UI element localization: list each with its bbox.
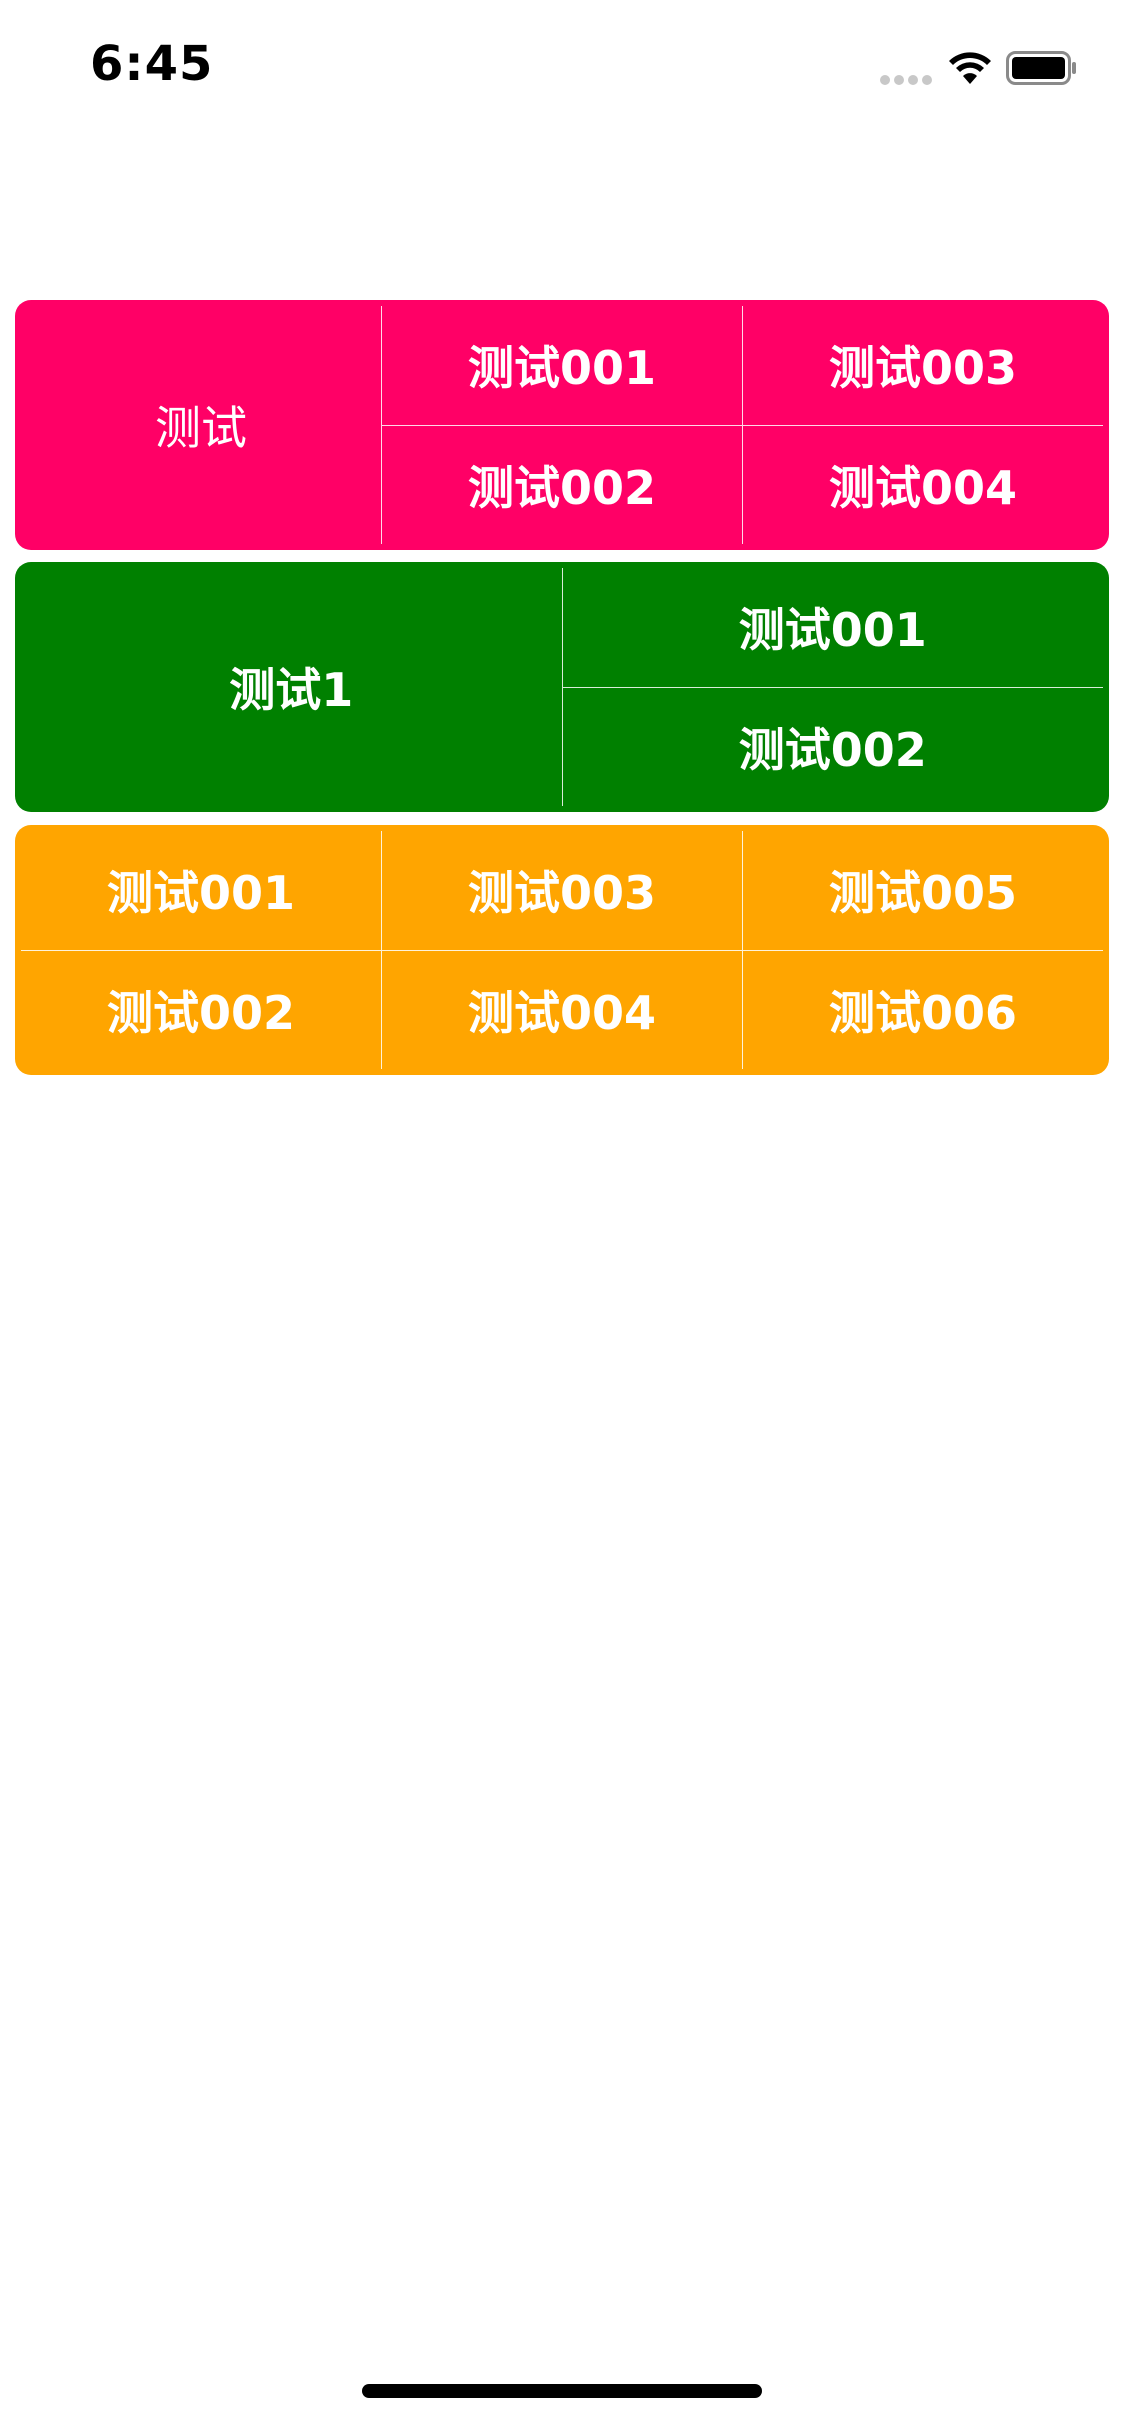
card-green: 测试1 测试001 测试002 bbox=[15, 562, 1109, 812]
card-pink: 测试 测试001 测试003 测试002 测试004 bbox=[15, 300, 1109, 550]
status-time: 6:45 bbox=[90, 36, 214, 92]
card-green-grid: 测试1 测试001 测试002 bbox=[21, 568, 1103, 806]
card-pink-grid: 测试 测试001 测试003 测试002 测试004 bbox=[21, 306, 1103, 544]
home-indicator[interactable] bbox=[362, 2384, 762, 2398]
status-bar: 6:45 bbox=[0, 0, 1125, 132]
card-green-main-cell[interactable]: 测试1 bbox=[21, 568, 562, 806]
card-orange-item-6[interactable]: 测试006 bbox=[743, 950, 1103, 1069]
battery-icon bbox=[1006, 51, 1076, 85]
card-pink-main-cell[interactable]: 测试 bbox=[21, 306, 381, 544]
card-green-item-2[interactable]: 测试002 bbox=[562, 687, 1103, 806]
card-pink-item-1[interactable]: 测试001 bbox=[382, 306, 742, 425]
card-pink-item-3[interactable]: 测试003 bbox=[743, 306, 1103, 425]
card-orange-item-3[interactable]: 测试003 bbox=[382, 831, 742, 950]
card-pink-item-2[interactable]: 测试002 bbox=[382, 425, 742, 544]
card-orange-item-1[interactable]: 测试001 bbox=[21, 831, 381, 950]
card-orange: 测试001 测试003 测试005 测试002 测试004 测试006 bbox=[15, 825, 1109, 1075]
card-pink-item-4[interactable]: 测试004 bbox=[743, 425, 1103, 544]
signal-icon bbox=[880, 75, 932, 85]
card-green-item-1[interactable]: 测试001 bbox=[562, 568, 1103, 687]
card-orange-grid: 测试001 测试003 测试005 测试002 测试004 测试006 bbox=[21, 831, 1103, 1069]
wifi-icon bbox=[949, 52, 991, 84]
card-orange-item-2[interactable]: 测试002 bbox=[21, 950, 381, 1069]
card-orange-item-5[interactable]: 测试005 bbox=[743, 831, 1103, 950]
card-orange-item-4[interactable]: 测试004 bbox=[382, 950, 742, 1069]
